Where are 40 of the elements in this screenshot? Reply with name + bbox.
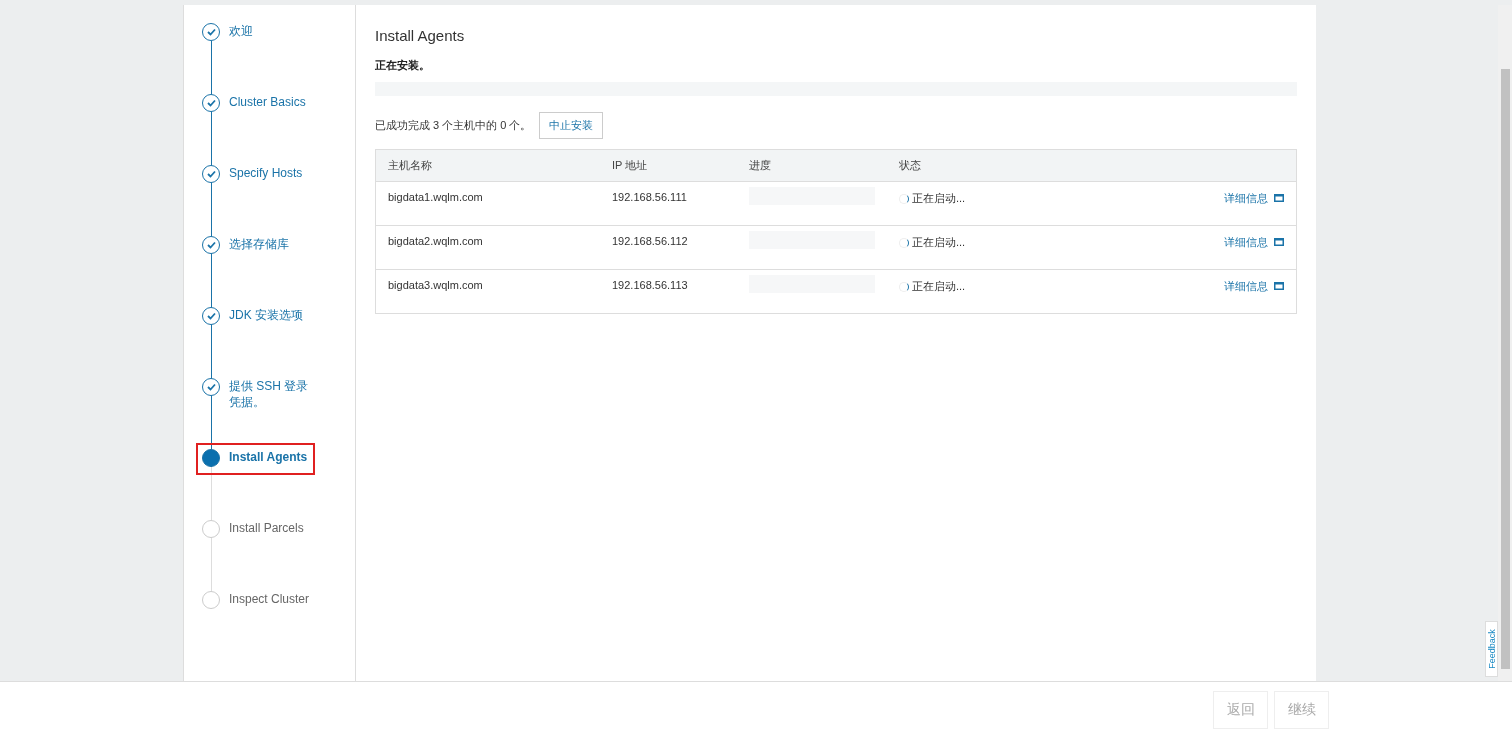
table-cell: bigdata1.wqlm.com <box>375 181 600 226</box>
window-icon[interactable] <box>1274 194 1284 202</box>
status-text: 正在启动... <box>912 236 966 248</box>
check-icon <box>206 241 216 249</box>
summary-text: 已成功完成 3 个主机中的 0 个。 <box>375 118 532 133</box>
details-link[interactable]: 详细信息 <box>1224 192 1268 204</box>
step-label[interactable]: 提供 SSH 登录凭据。 <box>229 378 319 410</box>
status-text: 正在启动... <box>912 192 966 204</box>
column-header: 状态 <box>887 149 1099 182</box>
check-icon <box>206 383 216 391</box>
details-link[interactable]: 详细信息 <box>1224 280 1268 292</box>
scrollbar-thumb[interactable] <box>1500 69 1510 669</box>
abort-button[interactable]: 中止安装 <box>539 112 604 139</box>
status-text: 正在安装。 <box>375 58 431 73</box>
details-link[interactable]: 详细信息 <box>1224 236 1268 248</box>
step-label[interactable]: 欢迎 <box>229 23 319 39</box>
feedback-tab[interactable]: Feedback <box>1485 621 1498 677</box>
table-cell: 192.168.56.111 <box>600 181 737 226</box>
status-text: 正在启动... <box>912 280 966 292</box>
step-label[interactable]: Install Agents <box>229 449 319 465</box>
table-cell: 192.168.56.113 <box>600 269 737 314</box>
column-header: IP 地址 <box>600 149 737 182</box>
step-label[interactable]: Inspect Cluster <box>229 591 319 607</box>
check-icon <box>206 312 216 320</box>
table-cell: 192.168.56.112 <box>600 225 737 270</box>
window-icon[interactable] <box>1274 238 1284 246</box>
table-cell: bigdata2.wqlm.com <box>375 225 600 270</box>
check-icon <box>206 170 216 178</box>
step-label[interactable]: Cluster Basics <box>229 94 319 110</box>
step-label[interactable]: Install Parcels <box>229 520 319 536</box>
table-cell: bigdata3.wqlm.com <box>375 269 600 314</box>
column-header: 进度 <box>737 149 887 182</box>
check-icon <box>206 99 216 107</box>
column-header: 主机名称 <box>375 149 600 182</box>
page-title: Install Agents <box>375 27 466 44</box>
step-label[interactable]: Specify Hosts <box>229 165 319 181</box>
window-icon[interactable] <box>1274 282 1284 290</box>
check-icon <box>206 28 216 36</box>
step-label[interactable]: JDK 安装选项 <box>229 307 319 323</box>
step-label[interactable]: 选择存储库 <box>229 236 319 252</box>
